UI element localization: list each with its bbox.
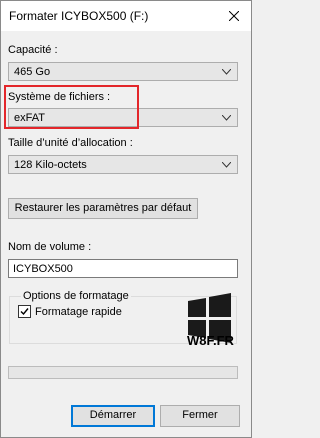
watermark-text: W8F.FR: [187, 333, 234, 348]
restore-defaults-label: Restaurer les paramètres par défaut: [14, 202, 192, 214]
close-icon: [229, 11, 239, 21]
capacity-label: Capacité :: [8, 44, 58, 56]
volume-label: Nom de volume :: [8, 241, 92, 253]
close-button[interactable]: Fermer: [160, 405, 240, 427]
title-bar: Formater ICYBOX500 (F:): [1, 1, 251, 31]
capacity-select[interactable]: 465 Go: [8, 62, 238, 81]
capacity-value: 465 Go: [14, 66, 51, 78]
format-progress-bar: [8, 366, 238, 379]
close-window-button[interactable]: [217, 1, 251, 31]
format-options-title: Options de formatage: [21, 290, 131, 302]
allocation-value: 128 Kilo-octets: [14, 159, 87, 171]
allocation-select[interactable]: 128 Kilo-octets: [8, 155, 238, 174]
quick-format-label: Formatage rapide: [35, 306, 122, 318]
allocation-label: Taille d’unité d’allocation :: [8, 137, 133, 149]
quick-format-checkbox[interactable]: [18, 305, 31, 318]
chevron-down-icon: [222, 115, 231, 121]
restore-defaults-button[interactable]: Restaurer les paramètres par défaut: [8, 198, 198, 219]
checkmark-icon: [20, 308, 29, 316]
close-button-label: Fermer: [182, 409, 218, 421]
window-title: Formater ICYBOX500 (F:): [9, 9, 149, 23]
volume-name-value: ICYBOX500: [13, 263, 73, 275]
chevron-down-icon: [222, 162, 231, 168]
format-dialog: Formater ICYBOX500 (F:) Capacité : 465 G…: [0, 0, 252, 438]
volume-name-input[interactable]: ICYBOX500: [8, 259, 238, 278]
start-button-label: Démarrer: [89, 409, 137, 421]
chevron-down-icon: [222, 69, 231, 75]
filesystem-highlight-box: [4, 85, 139, 129]
start-button[interactable]: Démarrer: [71, 405, 155, 427]
